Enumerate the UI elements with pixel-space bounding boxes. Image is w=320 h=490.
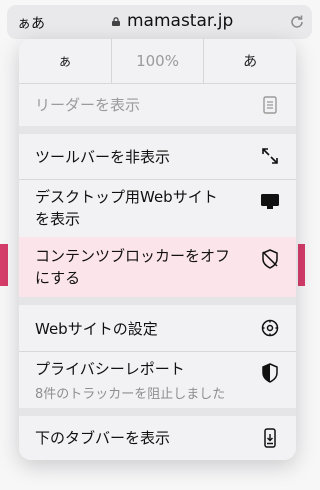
show-bottom-tabbar-label: 下のタブバーを表示: [35, 429, 171, 447]
page-menu: ぁ 100% あ リーダーを表示 ツールバーを非表示 デスクトップ用Webサイト…: [19, 39, 296, 460]
hide-toolbar-label: ツールバーを非表示: [35, 148, 171, 166]
privacy-report-item[interactable]: プライバシーレポート 8件のトラッカーを阻止しました: [19, 352, 296, 408]
show-reader-item[interactable]: リーダーを表示: [19, 84, 296, 126]
content-blocker-item[interactable]: コンテンツブロッカーをオフ にする: [19, 237, 296, 297]
reader-icon: [263, 96, 277, 114]
show-reader-label: リーダーを表示: [35, 96, 141, 114]
zoom-out-button[interactable]: ぁ: [19, 39, 112, 83]
website-settings-label: Webサイトの設定: [35, 320, 158, 338]
privacy-report-label: プライバシーレポート: [35, 360, 185, 378]
desktop-site-item[interactable]: デスクトップ用Webサイト を表示: [19, 180, 296, 237]
page-accent-right: [298, 244, 305, 286]
url-domain[interactable]: mamastar.jp: [127, 11, 233, 31]
gear-icon: [261, 319, 279, 337]
page-content: [2, 52, 7, 71]
phone-tabbar-icon: [264, 428, 276, 448]
expand-arrows-icon: [262, 148, 278, 164]
zoom-in-button[interactable]: あ: [204, 39, 296, 83]
content-blocker-label: コンテンツブロッカーをオフ にする: [35, 247, 231, 287]
desktop-icon: [261, 194, 279, 209]
lock-icon: [112, 17, 120, 26]
website-settings-item[interactable]: Webサイトの設定: [19, 305, 296, 351]
show-bottom-tabbar-item[interactable]: 下のタブバーを表示: [19, 416, 296, 460]
address-bar[interactable]: ぁあ mamastar.jp: [7, 5, 312, 39]
desktop-site-label: デスクトップ用Webサイト を表示: [35, 188, 218, 228]
zoom-level[interactable]: 100%: [112, 39, 205, 83]
privacy-shield-icon: [262, 363, 278, 383]
page-settings-button[interactable]: ぁあ: [17, 13, 45, 33]
hide-toolbar-item[interactable]: ツールバーを非表示: [19, 134, 296, 179]
privacy-report-sublabel: 8件のトラッカーを阻止しました: [35, 387, 226, 402]
reload-icon[interactable]: [289, 14, 305, 30]
zoom-controls: ぁ 100% あ: [19, 39, 296, 83]
shield-off-icon: [262, 249, 278, 269]
page-accent-left: [0, 244, 8, 286]
